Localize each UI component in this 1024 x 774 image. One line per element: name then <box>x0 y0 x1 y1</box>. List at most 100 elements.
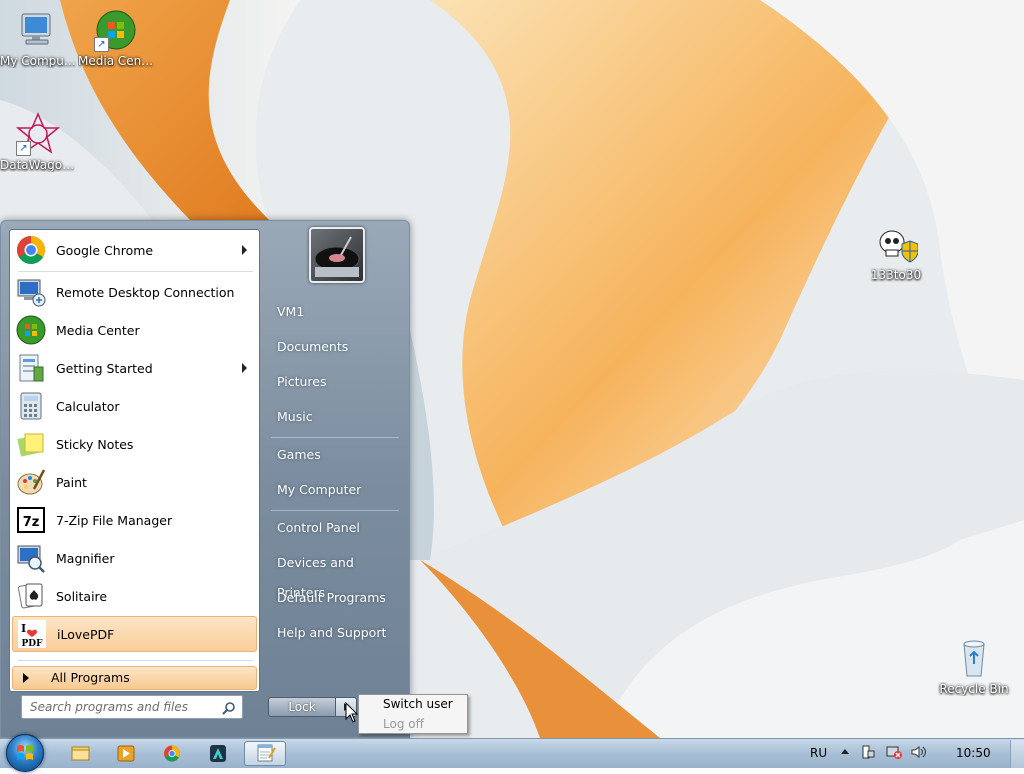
program-remote-desktop[interactable]: Remote Desktop Connection <box>12 274 257 310</box>
search-input[interactable]: Search programs and files <box>21 695 243 719</box>
volume-icon[interactable] <box>910 744 928 763</box>
shortcut-arrow-icon: ↗ <box>16 141 31 156</box>
link-label: VM1 <box>277 304 305 319</box>
program-google-chrome[interactable]: Google Chrome <box>12 232 257 268</box>
start-link-documents[interactable]: Documents <box>263 332 403 362</box>
link-label: Default Programs <box>277 590 386 605</box>
svg-text:7z: 7z <box>23 515 40 530</box>
user-picture-avatar[interactable] <box>309 227 365 283</box>
program-label: 7-Zip File Manager <box>56 512 173 528</box>
desktop-icon-label: Media Center <box>78 54 154 68</box>
program-solitaire[interactable]: Solitaire <box>12 578 257 614</box>
all-programs-button[interactable]: All Programs <box>12 666 257 690</box>
submenu-arrow-icon <box>242 245 247 255</box>
chrome-icon <box>16 235 46 265</box>
desktop-icon-my-computer[interactable]: My Computer <box>0 8 76 68</box>
program-getting-started[interactable]: Getting Started <box>12 350 257 386</box>
shortcut-arrow-icon: ↗ <box>94 37 109 52</box>
svg-text:PDF: PDF <box>22 639 44 649</box>
program-media-center[interactable]: Media Center <box>12 312 257 348</box>
start-link-control-panel[interactable]: Control Panel <box>263 513 403 543</box>
menu-item-switch-user[interactable]: Switch user <box>383 697 453 711</box>
program-label: iLovePDF <box>57 626 115 642</box>
link-label: Control Panel <box>277 520 360 535</box>
svg-text:I: I <box>21 622 26 635</box>
mouse-cursor-icon <box>345 702 359 723</box>
program-label: Sticky Notes <box>56 436 134 452</box>
divider <box>18 660 253 661</box>
desktop-icon-media-center[interactable]: ↗ Media Center <box>78 8 154 68</box>
menu-item-log-off[interactable]: Log off <box>383 717 424 731</box>
lock-button[interactable]: Lock <box>268 697 336 717</box>
desktop-icon-recycle-bin[interactable]: Recycle Bin <box>936 636 1012 696</box>
program-label: Solitaire <box>56 588 108 604</box>
sticky-notes-icon <box>16 429 46 459</box>
taskbar-explorer[interactable] <box>62 741 98 766</box>
skull-shield-icon <box>874 222 919 266</box>
start-link-pictures[interactable]: Pictures <box>263 367 403 397</box>
start-link-default-programs[interactable]: Default Programs <box>263 583 403 613</box>
recycle-bin-icon <box>952 636 996 680</box>
all-programs-label: All Programs <box>51 670 130 685</box>
getting-started-icon <box>16 353 46 383</box>
start-menu: Google Chrome Remote Desktop Connection <box>0 220 410 738</box>
program-label: Google Chrome <box>56 242 154 258</box>
start-link-music[interactable]: Music <box>263 402 403 432</box>
show-hidden-icons-button[interactable] <box>840 744 850 761</box>
triangle-up-icon <box>841 749 849 754</box>
program-ilovepdf[interactable]: I PDF iLovePDF <box>12 616 257 652</box>
divider <box>18 271 253 272</box>
program-paint[interactable]: Paint <box>12 464 257 500</box>
program-label: Paint <box>56 474 87 490</box>
link-label: Documents <box>277 339 349 354</box>
link-label: Games <box>277 447 321 462</box>
program-label: Magnifier <box>56 550 115 566</box>
search-placeholder: Search programs and files <box>30 700 188 714</box>
seven-zip-icon: 7z <box>16 505 46 535</box>
divider <box>271 437 399 438</box>
datawagon-icon: ↗ <box>15 112 61 156</box>
program-sticky-notes[interactable]: Sticky Notes <box>12 426 257 462</box>
start-link-games[interactable]: Games <box>263 440 403 470</box>
taskbar-chrome[interactable] <box>154 741 190 766</box>
start-link-my-computer[interactable]: My Computer <box>263 475 403 505</box>
media-center-icon <box>16 315 46 345</box>
start-link-help-support[interactable]: Help and Support <box>263 618 403 648</box>
computer-icon <box>16 8 60 52</box>
program-calculator[interactable]: Calculator <box>12 388 257 424</box>
submenu-arrow-icon <box>242 363 247 373</box>
program-label: Media Center <box>56 322 140 338</box>
taskbar-notepad[interactable] <box>244 741 286 766</box>
power-options-menu: Switch user Log off <box>358 694 468 734</box>
solitaire-icon <box>16 581 46 611</box>
desktop-icon-label: Recycle Bin <box>939 682 1009 696</box>
desktop-icon-datawagon[interactable]: ↗ DataWagon... <box>0 112 76 172</box>
program-7zip[interactable]: 7z 7-Zip File Manager <box>12 502 257 538</box>
chrome-icon <box>164 745 180 762</box>
desktop-icon-label: DataWagon... <box>0 158 76 172</box>
remote-desktop-icon <box>16 277 46 307</box>
action-center-icon[interactable] <box>860 744 876 763</box>
start-button[interactable] <box>6 734 44 772</box>
media-center-icon: ↗ <box>94 8 138 52</box>
program-magnifier[interactable]: Magnifier <box>12 540 257 576</box>
program-label: Remote Desktop Connection <box>56 284 235 300</box>
language-indicator[interactable]: RU <box>810 746 827 760</box>
taskbar-media-player[interactable] <box>108 741 144 766</box>
program-label: Getting Started <box>56 360 153 376</box>
search-icon[interactable] <box>222 700 236 715</box>
network-error-icon[interactable] <box>885 744 903 763</box>
show-desktop-button[interactable] <box>1010 740 1024 768</box>
start-link-user-folder[interactable]: VM1 <box>263 297 403 327</box>
paint-icon <box>16 467 46 497</box>
arch-icon <box>210 745 226 762</box>
taskbar-arch[interactable] <box>200 741 236 766</box>
divider <box>271 510 399 511</box>
notepad-icon <box>257 744 276 762</box>
desktop-icon-133to30[interactable]: 133to30 <box>858 222 934 282</box>
magnifier-icon <box>16 543 46 573</box>
start-link-devices-printers[interactable]: Devices and Printers <box>263 548 403 600</box>
windows-logo-icon <box>17 745 33 760</box>
clock[interactable]: 10:50 <box>956 746 991 760</box>
explorer-icon <box>71 746 90 761</box>
